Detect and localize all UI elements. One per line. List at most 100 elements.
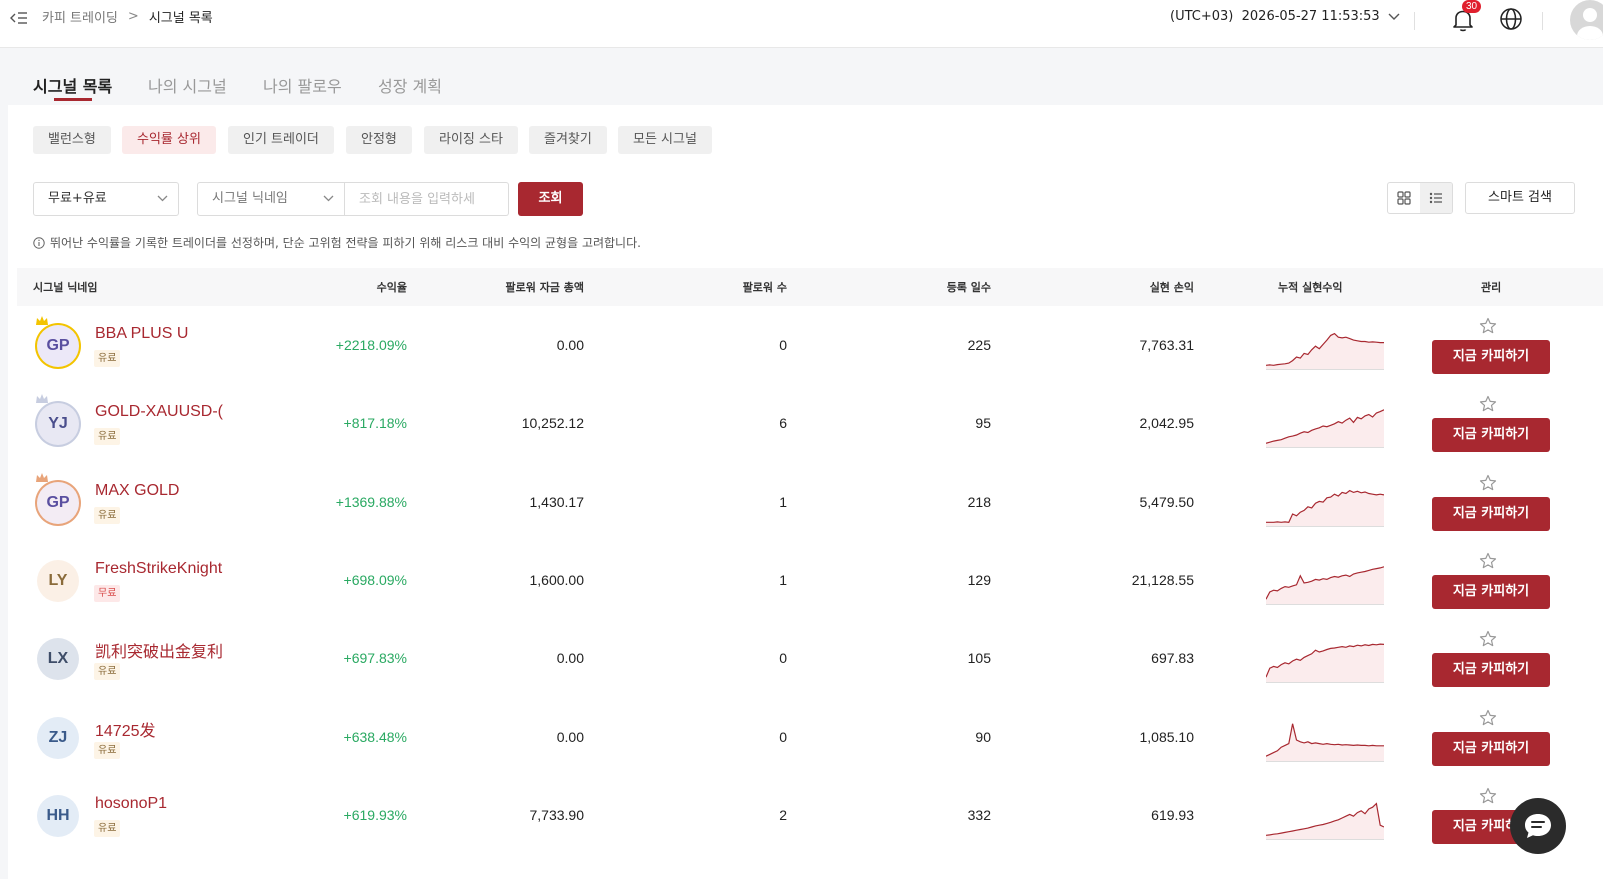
- globe-icon[interactable]: [1498, 6, 1524, 32]
- copy-now-button[interactable]: 지금 카피하기: [1432, 731, 1550, 766]
- table-row[interactable]: LY FreshStrikeKnight 무료 +698.09% 1,600.00 1 12…: [17, 542, 1603, 620]
- chip-popular-trader[interactable]: 인기 트레이더: [228, 126, 334, 154]
- col-followers[interactable]: 팔로워 수: [743, 279, 787, 295]
- search-field-select[interactable]: 시그널 닉네임: [197, 182, 345, 216]
- favorite-star-icon[interactable]: [1479, 395, 1497, 413]
- col-manage: 관리: [1481, 281, 1502, 294]
- chip-top-return[interactable]: 수익률 상위: [122, 126, 216, 154]
- days-value: 225: [967, 337, 991, 353]
- pnl-value: 697.83: [1151, 650, 1194, 667]
- col-days[interactable]: 등록 일수: [947, 279, 991, 295]
- follower-funds-value: 0.00: [556, 650, 584, 667]
- followers-value: 1: [779, 571, 787, 588]
- main-tabs: 시그널 목록 나의 시그널 나의 팔로우 성장 계획: [0, 49, 1603, 105]
- signal-nickname[interactable]: MAX GOLD: [95, 482, 223, 500]
- crown-icon: [36, 316, 48, 325]
- top-bar: 카피 트레이딩 > 시그널 목록 (UTC+03) 2026-05-27 11:…: [0, 0, 1603, 48]
- avatar: HH: [37, 794, 79, 837]
- chip-stable[interactable]: 안정형: [346, 126, 412, 154]
- table-row[interactable]: GP MAX GOLD 유료 +1369.88% 1,430.17 1 218 5,479.5…: [17, 464, 1603, 542]
- chip-balanced[interactable]: 밸런스형: [33, 126, 111, 154]
- grid-icon: [1397, 191, 1411, 205]
- chevron-down-icon: [157, 195, 168, 202]
- fee-type-select[interactable]: 무료+유료: [33, 182, 179, 216]
- signal-nickname[interactable]: hosonoP1: [95, 795, 223, 813]
- notification-badge: 30: [1462, 0, 1482, 13]
- return-value: +817.18%: [343, 415, 407, 432]
- follower-funds-value: 0.00: [556, 337, 584, 353]
- chip-rising-star[interactable]: 라이징 스타: [424, 126, 518, 154]
- copy-now-button[interactable]: 지금 카피하기: [1432, 574, 1550, 609]
- return-value: +697.83%: [343, 650, 407, 667]
- tab-growth-plan[interactable]: 성장 계획: [378, 73, 442, 97]
- timezone-label: (UTC+03): [1170, 9, 1234, 24]
- signal-nickname[interactable]: BBA PLUS U: [95, 325, 223, 343]
- return-value: +638.48%: [343, 728, 407, 745]
- timezone-selector[interactable]: (UTC+03) 2026-05-27 11:53:53: [1170, 9, 1400, 24]
- list-view-button[interactable]: [1420, 183, 1452, 213]
- favorite-star-icon[interactable]: [1479, 552, 1497, 570]
- signal-nickname[interactable]: FreshStrikeKnight: [95, 560, 223, 578]
- table-row[interactable]: YJ GOLD-XAUUSD-(유료 +817.18% 10,252.12 6 95 2,0…: [17, 385, 1603, 463]
- avatar: GP: [37, 481, 79, 524]
- grid-view-button[interactable]: [1388, 183, 1420, 213]
- cumulative-sparkline: [1266, 566, 1384, 605]
- search-input[interactable]: [345, 182, 509, 216]
- return-value: +1369.88%: [335, 493, 407, 510]
- favorite-star-icon[interactable]: [1479, 709, 1497, 727]
- sparkline-area: [1266, 803, 1384, 840]
- chip-all-signals[interactable]: 모든 시그널: [618, 126, 712, 154]
- cumulative-sparkline: [1266, 643, 1384, 684]
- copy-now-button[interactable]: 지금 카피하기: [1432, 340, 1550, 374]
- followers-value: 0: [779, 728, 787, 745]
- favorite-star-icon[interactable]: [1479, 630, 1497, 648]
- fee-tag: 유료: [94, 428, 121, 446]
- table-row[interactable]: GP BBA PLUS U 유료 +2218.09% 0.00 0 225 7,763.31 지…: [17, 307, 1603, 385]
- follower-funds-value: 1,600.00: [529, 571, 585, 588]
- chat-icon: [1525, 814, 1551, 838]
- user-avatar[interactable]: [1570, 0, 1603, 40]
- chevron-down-icon: [1388, 13, 1400, 20]
- table-row[interactable]: ZJ 14725发 유료 +638.48% 0.00 0 90 1,085.10 지금 카피하기: [17, 699, 1603, 777]
- smart-search-button[interactable]: 스마트 검색: [1465, 182, 1575, 214]
- table-row[interactable]: HH hosonoP1 유료 +619.93% 7,733.90 2 332 619.93 지금…: [17, 777, 1603, 855]
- signal-nickname[interactable]: 14725发: [95, 717, 223, 741]
- tab-signal-list[interactable]: 시그널 목록: [33, 73, 112, 97]
- days-value: 218: [967, 493, 991, 510]
- col-follower-funds[interactable]: 팔로워 자금 총액: [506, 279, 585, 295]
- fee-tag: 유료: [94, 506, 121, 524]
- search-field-value: 시그널 닉네임: [212, 191, 288, 206]
- tab-my-signals[interactable]: 나의 시그널: [148, 73, 227, 97]
- chip-favorites[interactable]: 즐겨찾기: [529, 126, 607, 154]
- crown-icon: [36, 394, 48, 404]
- breadcrumb-parent[interactable]: 카피 트레이딩: [42, 7, 118, 26]
- info-note: 뛰어난 수익률을 기록한 트레이더를 선정하며, 단순 고위험 전략을 피하기 …: [33, 234, 641, 251]
- copy-now-button[interactable]: 지금 카피하기: [1432, 496, 1550, 531]
- col-return[interactable]: 수익율: [377, 279, 407, 295]
- copy-now-button[interactable]: 지금 카피하기: [1432, 418, 1550, 453]
- favorite-star-icon[interactable]: [1479, 787, 1497, 805]
- tab-my-follows[interactable]: 나의 팔로우: [263, 73, 342, 97]
- favorite-star-icon[interactable]: [1479, 474, 1497, 492]
- pnl-value: 2,042.95: [1139, 415, 1195, 432]
- avatar: ZJ: [37, 716, 79, 759]
- days-value: 129: [967, 571, 991, 588]
- col-realized-pnl[interactable]: 실현 손익: [1150, 279, 1194, 295]
- signal-nickname[interactable]: GOLD-XAUUSD-(: [95, 403, 223, 421]
- table-header: 시그널 닉네임 수익율 팔로워 자금 총액 팔로워 수 등록 일수 실현 손익 …: [17, 268, 1603, 306]
- info-text: 뛰어난 수익률을 기록한 트레이더를 선정하며, 단순 고위험 전략을 피하기 …: [50, 236, 641, 250]
- list-icon: [1429, 192, 1442, 204]
- search-button[interactable]: 조회: [518, 182, 583, 216]
- menu-collapse-icon[interactable]: [10, 10, 28, 26]
- days-value: 95: [975, 415, 991, 432]
- avatar: LY: [37, 559, 79, 602]
- crown-icon: [36, 472, 48, 482]
- fee-tag: 유료: [94, 350, 121, 367]
- sparkline-area: [1266, 723, 1384, 762]
- signal-nickname[interactable]: 凯利突破出金复利: [95, 638, 223, 662]
- table-row[interactable]: LX 凯利突破出金复利 유료 +697.83% 0.00 0 105 697.83 지금 카피하…: [17, 620, 1603, 698]
- favorite-star-icon[interactable]: [1479, 317, 1497, 335]
- copy-now-button[interactable]: 지금 카피하기: [1432, 653, 1550, 688]
- chat-button[interactable]: [1510, 798, 1566, 854]
- col-nickname[interactable]: 시그널 닉네임: [33, 279, 98, 295]
